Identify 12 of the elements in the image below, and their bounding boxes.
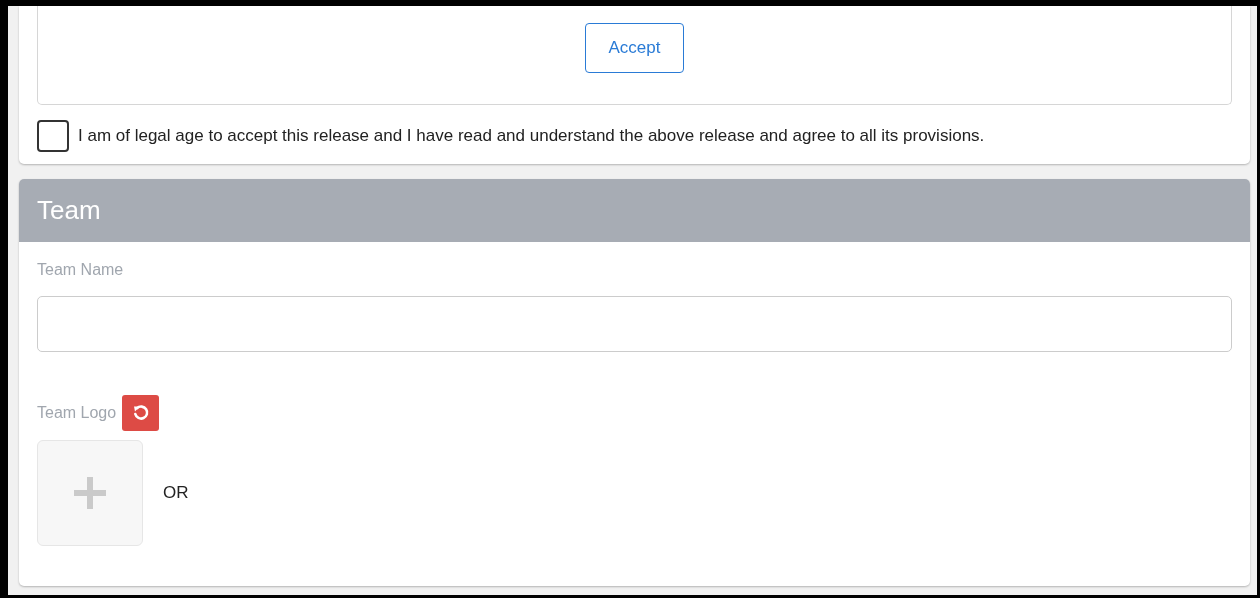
undo-icon [131, 404, 150, 422]
reset-button[interactable] [122, 395, 160, 431]
image-upload-tile[interactable] [37, 440, 143, 546]
text-input[interactable] [37, 296, 1232, 352]
agreement-label: I am of legal age to accept this release and I have read and understand the above release and agree to all its provisions. [78, 125, 985, 148]
separator-text: OR [163, 482, 189, 505]
field-label: Team Name [37, 260, 125, 280]
agreement-checkbox[interactable] [37, 120, 69, 152]
accept-button[interactable]: Accept [585, 23, 684, 73]
plus-icon [74, 477, 106, 509]
field-label: Team Logo [37, 403, 117, 423]
section-title: Team [37, 194, 101, 227]
